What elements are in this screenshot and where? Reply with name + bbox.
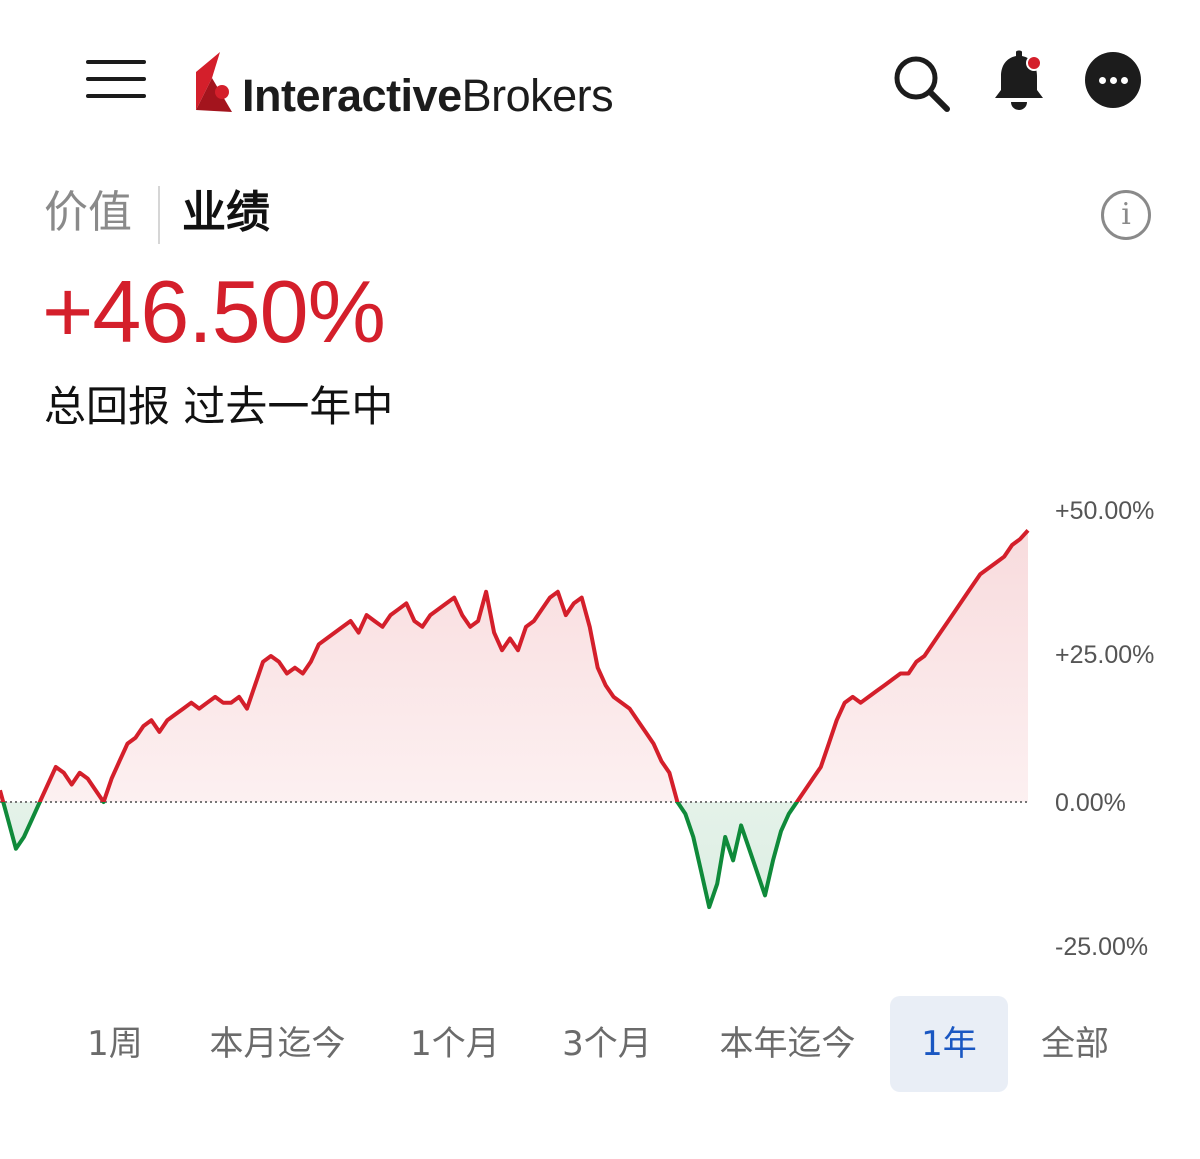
time-range-selector: 1周 本月迄今 1个月 3个月 本年迄今 1年 全部 [0,996,1200,1092]
more-options-icon[interactable] [1085,52,1141,108]
y-tick-label: +50.00% [1055,497,1155,525]
positive-area [0,530,1028,802]
app-header: InteractiveBrokers [0,0,1200,150]
search-icon[interactable] [890,52,952,114]
bell-icon[interactable] [990,48,1048,112]
y-tick-label: -25.00% [1055,933,1149,961]
tab-value[interactable]: 价值 [44,182,132,244]
performance-chart-svg [0,529,1030,910]
range-3-months[interactable]: 3个月 [547,996,667,1092]
range-month-to-date[interactable]: 本月迄今 [195,996,360,1092]
brand-wordmark-bold: Interactive [242,70,462,121]
range-1-year[interactable]: 1年 [890,996,1008,1092]
total-return-caption: 总回报 过去一年中 [44,382,394,431]
tab-divider [158,186,160,244]
brand-wordmark: InteractiveBrokers [242,70,614,122]
notification-dot [1026,55,1042,71]
range-1-month[interactable]: 1个月 [395,996,515,1092]
performance-chart[interactable]: +50.00% +25.00% 0.00% -25.00% [0,490,1200,970]
range-year-to-date[interactable]: 本年迄今 [705,996,870,1092]
portfolio-performance-screen: InteractiveBrokers 价值 业绩 i +46.50% 总回报 过… [0,0,1200,1159]
range-all[interactable]: 全部 [1025,996,1125,1092]
view-tabs: 价值 业绩 [44,182,444,246]
brand-mark-icon [196,52,232,112]
y-tick-label: +25.00% [1055,641,1155,669]
menu-icon[interactable] [84,58,148,104]
range-1-week[interactable]: 1周 [70,996,160,1092]
info-icon[interactable]: i [1101,190,1151,240]
total-return-value: +46.50% [42,262,386,361]
y-tick-label: 0.00% [1055,789,1126,817]
tab-performance[interactable]: 业绩 [182,182,270,244]
brand-wordmark-regular: Brokers [461,70,614,121]
brand-logo: InteractiveBrokers [192,48,672,124]
